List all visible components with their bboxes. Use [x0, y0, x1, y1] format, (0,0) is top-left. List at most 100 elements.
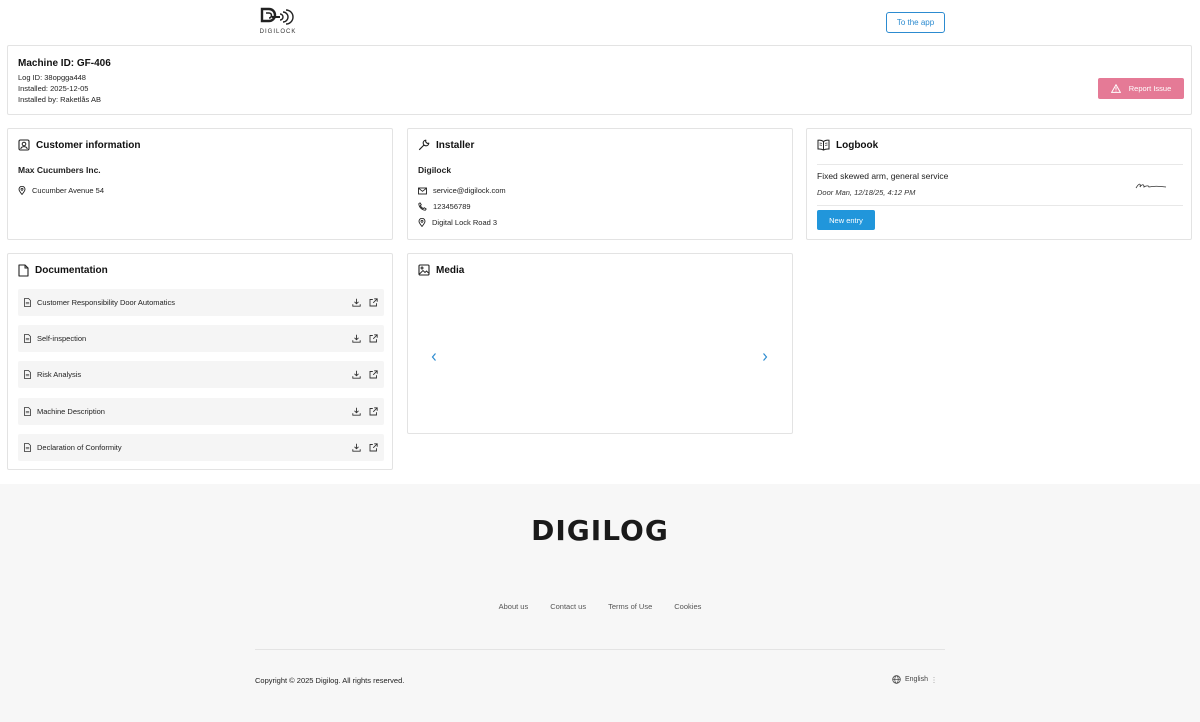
warning-icon: [1110, 84, 1121, 93]
file-icon: [18, 264, 29, 277]
logo-icon: [260, 7, 294, 25]
document-item[interactable]: Declaration of Conformity: [18, 434, 384, 461]
header: DIGILOCK To the app: [0, 0, 1200, 42]
open-external-button[interactable]: [369, 334, 378, 343]
log-id: Log ID: 38opgga448: [18, 73, 86, 82]
document-item[interactable]: Customer Responsibility Door Automatics: [18, 289, 384, 316]
installer-phone[interactable]: 123456789: [433, 202, 471, 211]
logbook-card: Logbook Fixed skewed arm, general servic…: [806, 128, 1192, 240]
installer-heading-label: Installer: [436, 139, 475, 151]
documentation-heading-label: Documentation: [35, 265, 108, 276]
logbook-heading: Logbook: [817, 139, 878, 151]
customer-address: Cucumber Avenue 54: [32, 186, 104, 195]
installer-address: Digital Lock Road 3: [432, 218, 498, 227]
language-label: English: [905, 676, 928, 683]
installer-heading: Installer: [418, 139, 474, 151]
external-link-icon: [369, 334, 378, 343]
download-icon: [352, 298, 361, 307]
customer-name: Max Cucumbers Inc.: [18, 165, 101, 175]
globe-icon: [892, 675, 901, 684]
more-vertical-icon: [933, 676, 935, 683]
customer-heading: Customer information: [18, 139, 140, 151]
logbook-entry-text: Fixed skewed arm, general service: [817, 171, 949, 181]
document-label: Declaration of Conformity: [37, 443, 122, 452]
footer-link-terms[interactable]: Terms of Use: [608, 602, 652, 611]
installer-phone-row[interactable]: 123456789: [418, 202, 471, 211]
download-button[interactable]: [352, 407, 361, 416]
media-heading: Media: [418, 264, 464, 276]
external-link-icon: [369, 407, 378, 416]
machine-info-card: Machine ID: GF-406 Log ID: 38opgga448 In…: [7, 45, 1192, 115]
footer-brand: DIGILOG: [531, 514, 669, 547]
documentation-heading: Documentation: [18, 264, 108, 277]
footer-links: About us Contact us Terms of Use Cookies: [0, 602, 1200, 611]
footer-link-contact[interactable]: Contact us: [550, 602, 586, 611]
logbook-heading-label: Logbook: [836, 139, 879, 151]
carousel-next-button[interactable]: [761, 352, 769, 364]
image-icon: [418, 264, 430, 276]
open-external-button[interactable]: [369, 370, 378, 379]
download-button[interactable]: [352, 298, 361, 307]
report-issue-label: Report Issue: [1128, 84, 1172, 93]
open-external-button[interactable]: [369, 443, 378, 452]
document-icon: [24, 298, 31, 307]
chevron-right-icon: [763, 353, 768, 361]
report-issue-button[interactable]: Report Issue: [1098, 78, 1184, 99]
document-label: Machine Description: [37, 407, 105, 416]
external-link-icon: [369, 370, 378, 379]
document-item[interactable]: Machine Description: [18, 398, 384, 425]
document-item[interactable]: Self-inspection: [18, 325, 384, 352]
location-pin-icon: [18, 186, 26, 195]
digilock-logo[interactable]: DIGILOCK: [258, 5, 298, 37]
open-external-button[interactable]: [369, 298, 378, 307]
document-label: Customer Responsibility Door Automatics: [37, 298, 175, 307]
logo-text: DIGILOCK: [259, 29, 297, 35]
footer-link-about[interactable]: About us: [499, 602, 529, 611]
download-icon: [352, 334, 361, 343]
document-label: Self-inspection: [37, 334, 87, 343]
documentation-card: Documentation Customer Responsibility Do…: [7, 253, 393, 470]
installed-by: Installed by: Raketlås AB: [18, 95, 101, 104]
footer: DIGILOG About us Contact us Terms of Use…: [0, 484, 1200, 722]
contact-card-icon: [18, 139, 30, 151]
copyright: Copyright © 2025 Digilog. All rights res…: [255, 676, 405, 685]
customer-address-row: Cucumber Avenue 54: [18, 186, 104, 195]
installer-card: Installer Digilock service@digilock.com …: [407, 128, 793, 240]
media-card: Media: [407, 253, 793, 434]
document-item[interactable]: Risk Analysis: [18, 361, 384, 388]
customer-heading-label: Customer information: [36, 139, 141, 151]
footer-divider: [255, 649, 945, 650]
mail-icon: [418, 187, 427, 194]
download-button[interactable]: [352, 370, 361, 379]
customer-card: Customer information Max Cucumbers Inc. …: [7, 128, 393, 240]
wrench-icon: [418, 139, 430, 151]
media-heading-label: Media: [436, 264, 465, 276]
to-the-app-button[interactable]: To the app: [886, 12, 945, 33]
document-icon: [24, 443, 31, 452]
language-selector[interactable]: English: [892, 675, 936, 684]
logbook-entry-meta: Door Man, 12/18/25, 4:12 PM: [817, 188, 916, 197]
logbook-entry[interactable]: Fixed skewed arm, general service Door M…: [817, 164, 1183, 206]
download-button[interactable]: [352, 334, 361, 343]
installer-email[interactable]: service@digilock.com: [433, 186, 506, 195]
download-button[interactable]: [352, 443, 361, 452]
installer-name: Digilock: [418, 165, 452, 175]
location-pin-icon: [418, 218, 426, 227]
signature-image: [1135, 183, 1167, 189]
open-external-button[interactable]: [369, 407, 378, 416]
carousel-prev-button[interactable]: [430, 352, 438, 364]
external-link-icon: [369, 443, 378, 452]
chevron-left-icon: [431, 353, 436, 361]
machine-title: Machine ID: GF-406: [18, 58, 111, 69]
document-icon: [24, 334, 31, 343]
new-entry-button[interactable]: New entry: [817, 210, 875, 230]
footer-link-cookies[interactable]: Cookies: [674, 602, 701, 611]
phone-icon: [418, 202, 427, 211]
installer-address-row: Digital Lock Road 3: [418, 218, 497, 227]
download-icon: [352, 370, 361, 379]
download-icon: [352, 443, 361, 452]
installer-email-row[interactable]: service@digilock.com: [418, 186, 506, 195]
external-link-icon: [369, 298, 378, 307]
installed-date: Installed: 2025-12-05: [18, 84, 89, 93]
book-open-icon: [817, 139, 830, 151]
